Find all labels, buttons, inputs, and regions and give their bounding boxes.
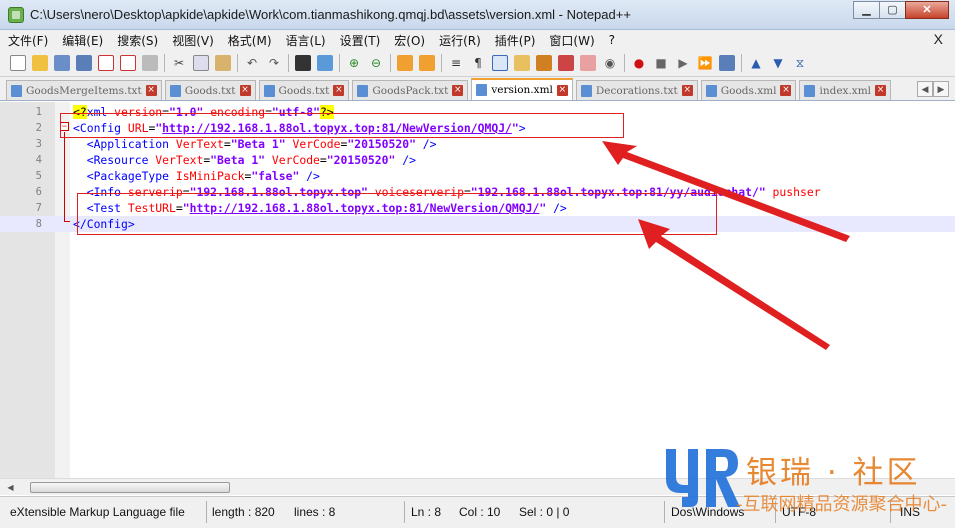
- status-separator: [206, 501, 207, 523]
- status-length: length : 820: [212, 505, 275, 519]
- watermark-subtitle: -互联网精品资源聚合中心-: [736, 494, 947, 515]
- status-line: Ln : 8: [411, 505, 442, 519]
- arrow-to-test: [638, 219, 830, 350]
- status-selection: Sel : 0 | 0: [519, 505, 570, 519]
- scrollbar-thumb[interactable]: [30, 482, 230, 493]
- scroll-left-icon[interactable]: ◀: [4, 481, 17, 494]
- status-filetype: eXtensible Markup Language file: [10, 505, 185, 519]
- status-separator: [404, 501, 405, 523]
- watermark-title: 银瑞 · 社区: [746, 455, 921, 491]
- status-column: Col : 10: [459, 505, 501, 519]
- watermark-logo-icon: [666, 449, 740, 507]
- status-lines: lines : 8: [294, 505, 336, 519]
- arrow-to-config: [602, 141, 850, 242]
